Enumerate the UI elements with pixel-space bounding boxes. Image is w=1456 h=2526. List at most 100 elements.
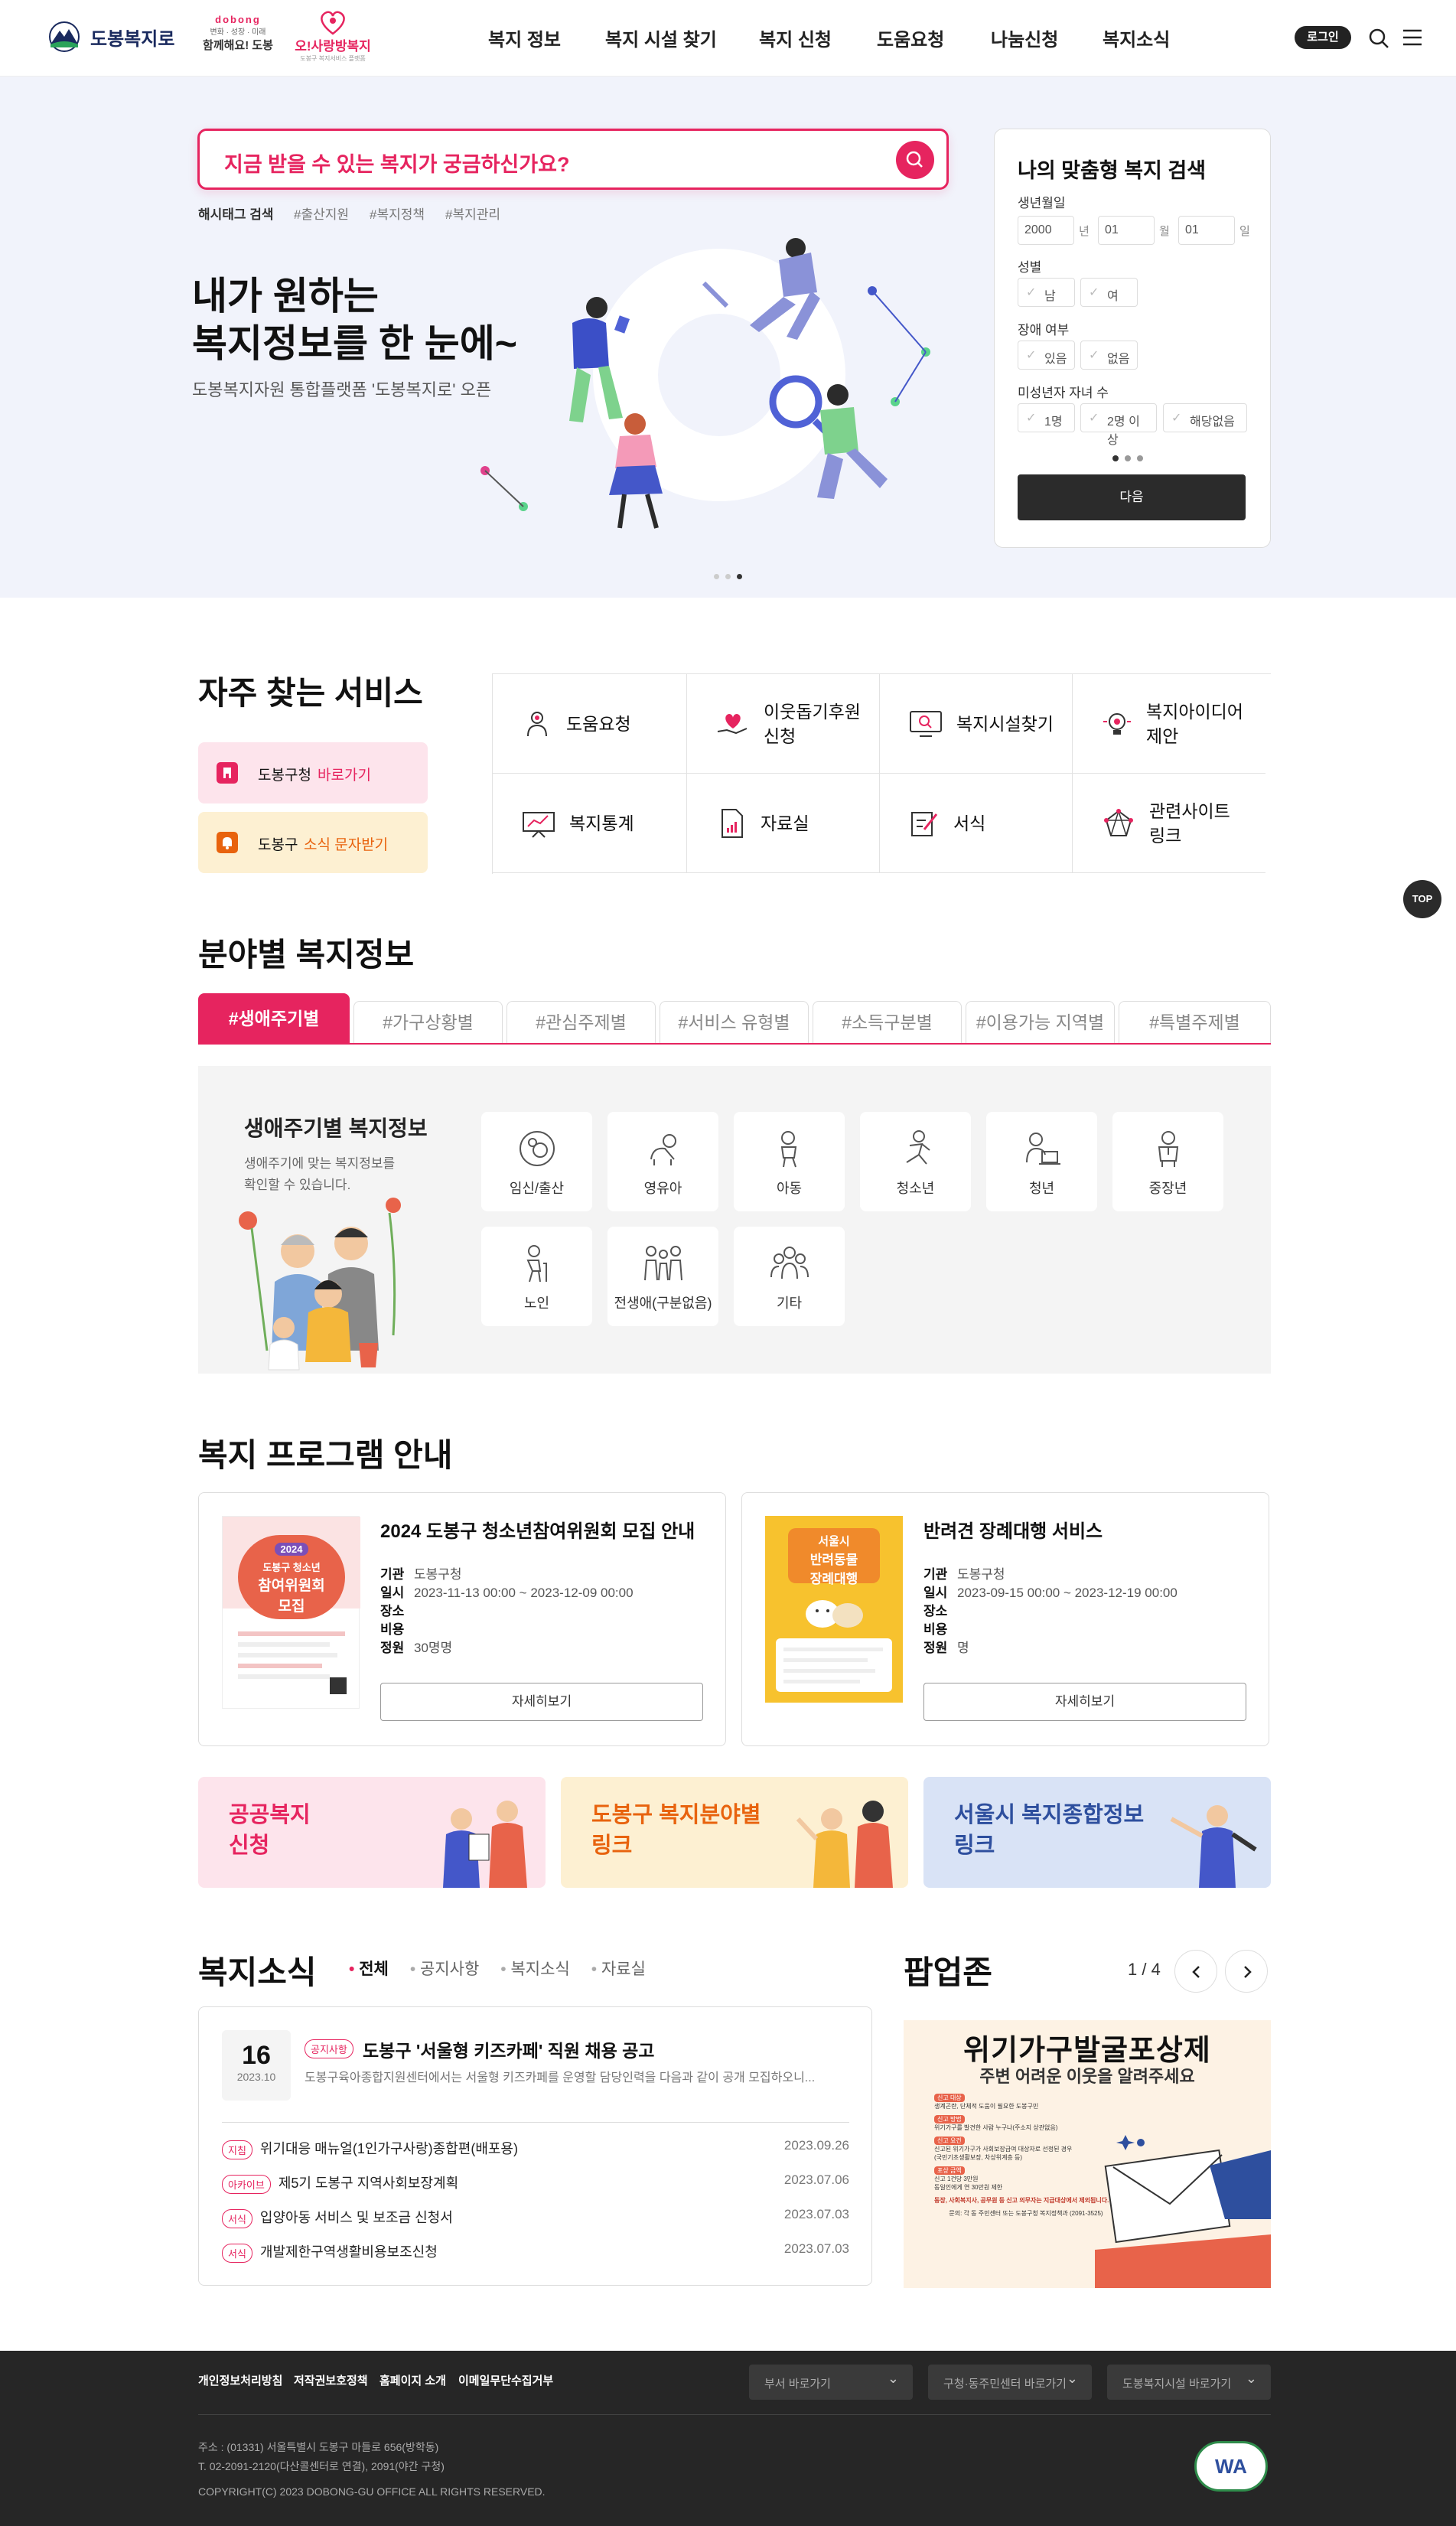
footer-email-link[interactable]: 이메일무단수집거부 <box>458 2372 553 2388</box>
slide-dot-3[interactable] <box>737 574 742 579</box>
news-row[interactable]: 아카이브 제5기 도봉구 지역사회보장계획 2023.07.06 <box>222 2172 849 2195</box>
service-facility-search[interactable]: 복지시설찾기 <box>880 674 1073 774</box>
custom-welfare-search-card: 나의 맞춤형 복지 검색 생년월일 2000 년 01 월 01 일 성별 남 … <box>994 129 1271 548</box>
lifecycle-etc[interactable]: 기타 <box>734 1227 845 1326</box>
birth-day-input[interactable]: 01 <box>1178 216 1235 245</box>
dobong-slogan-logo[interactable]: dobong 변화 · 성장 · 미래 함께해요! 도봉 <box>200 14 275 63</box>
gender-label: 성별 <box>1018 260 1042 275</box>
children-one-checkbox[interactable]: 1명 <box>1018 403 1075 432</box>
child-icon <box>780 1131 796 1168</box>
gender-female-checkbox[interactable]: 여 <box>1080 278 1138 307</box>
poster-section-label: 신고 대상 <box>934 2094 965 2102</box>
lifecycle-child[interactable]: 아동 <box>734 1112 845 1211</box>
sms-news-shortcut[interactable]: 도봉구 소식 문자받기 <box>198 812 428 873</box>
lifecycle-middle-age[interactable]: 중장년 <box>1112 1112 1223 1211</box>
lifecycle-all-ages[interactable]: 전생애(구분없음) <box>607 1227 718 1326</box>
dobong-field-link-banner[interactable]: 도봉구 복지분야별 링크 <box>561 1777 908 1888</box>
dept-shortcut-select[interactable]: 부서 바로가기 <box>749 2365 913 2400</box>
nav-sharing-apply[interactable]: 나눔신청 <box>991 24 1058 51</box>
nav-welfare-apply[interactable]: 복지 신청 <box>759 24 832 51</box>
featured-day: 16 <box>242 2041 271 2070</box>
dobong-office-shortcut[interactable]: 도봉구청 바로가기 <box>198 742 428 803</box>
popup-prev-button[interactable] <box>1174 1950 1217 1993</box>
org-label: 기관 <box>380 1567 405 1582</box>
news-row[interactable]: 지침 위기대응 매뉴얼(1인가구사랑)종합편(배포용) 2023.09.26 <box>222 2138 849 2161</box>
service-archive[interactable]: 자료실 <box>687 774 880 873</box>
service-help-request[interactable]: 도움요청 <box>493 674 687 774</box>
disability-no-checkbox[interactable]: 없음 <box>1080 341 1138 370</box>
public-welfare-apply-banner[interactable]: 공공복지 신청 <box>198 1777 546 1888</box>
search-icon[interactable] <box>1368 28 1389 49</box>
footer-about-link[interactable]: 홈페이지 소개 <box>379 2372 446 2388</box>
lifecycle-pregnancy[interactable]: 임신/출산 <box>481 1112 592 1211</box>
poster-line: 위기가구를 발견한 사람 누구나(주소지 상관없음) <box>934 2124 1058 2131</box>
office-shortcut-select[interactable]: 구청·동주민센터 바로가기 <box>928 2365 1092 2400</box>
news-tab-archive[interactable]: • 자료실 <box>591 1957 646 1980</box>
site-logo[interactable]: 도봉복지로 <box>46 21 174 52</box>
lifecycle-infant[interactable]: 영유아 <box>607 1112 718 1211</box>
tab-income[interactable]: #소득구분별 <box>813 1001 962 1043</box>
featured-news-item[interactable]: 16 2023.10 공지사항 도봉구 '서울형 키즈카페' 직원 채용 공고 … <box>222 2030 849 2107</box>
hashtag-welfare-policy[interactable]: #복지정책 <box>370 204 425 223</box>
osarangbang-logo[interactable]: 오!사랑방복지 도봉구 복지서비스 플랫폼 <box>291 9 375 67</box>
news-tab-notice[interactable]: • 공지사항 <box>410 1957 479 1980</box>
popup-next-button[interactable] <box>1225 1950 1268 1993</box>
slide-dot-2[interactable] <box>725 574 731 579</box>
next-button[interactable]: 다음 <box>1018 474 1246 520</box>
service-related-sites[interactable]: 관련사이트 링크 <box>1073 774 1265 873</box>
nav-welfare-news[interactable]: 복지소식 <box>1103 24 1170 51</box>
osarangbang-small: 도봉구 복지서비스 플랫폼 <box>300 55 366 62</box>
program-poster[interactable]: 2024 도봉구 청소년 참여위원회 모집 <box>222 1516 360 1709</box>
place-label: 장소 <box>380 1604 405 1618</box>
hashtag-birth-support[interactable]: #출산지원 <box>294 204 349 223</box>
lifecycle-youth[interactable]: 청년 <box>986 1112 1097 1211</box>
hamburger-menu-icon[interactable] <box>1403 29 1422 46</box>
hashtag-welfare-management[interactable]: #복지관리 <box>445 204 500 223</box>
scroll-top-button[interactable]: TOP <box>1403 880 1441 918</box>
news-row[interactable]: 서식 입양아동 서비스 및 보조금 신청서 2023.07.03 <box>222 2207 849 2230</box>
tab-special[interactable]: #특별주제별 <box>1119 1001 1271 1043</box>
hero-search-input[interactable]: 지금 받을 수 있는 복지가 궁금하신가요? <box>224 148 569 178</box>
news-tab-welfare-news[interactable]: • 복지소식 <box>500 1957 569 1980</box>
facility-shortcut-select[interactable]: 도봉복지시설 바로가기 <box>1107 2365 1271 2400</box>
slide-dot-1[interactable] <box>714 574 719 579</box>
birth-year-input[interactable]: 2000 <box>1018 216 1074 245</box>
service-forms[interactable]: 서식 <box>880 774 1073 873</box>
program-poster[interactable]: 서울시 반려동물 장례대행 <box>765 1516 903 1703</box>
nav-help-request[interactable]: 도움요청 <box>877 24 944 51</box>
news-row[interactable]: 서식 개발제한구역생활비용보조신청 2023.07.03 <box>222 2241 849 2264</box>
nav-welfare-info[interactable]: 복지 정보 <box>488 24 561 51</box>
hero-search-button[interactable] <box>896 141 934 179</box>
news-tab-all[interactable]: • 전체 <box>349 1957 389 1980</box>
disability-yes-checkbox[interactable]: 있음 <box>1018 341 1075 370</box>
banner-text: 공공복지 신청 <box>229 1803 311 1858</box>
featured-date-box: 16 2023.10 <box>222 2030 291 2101</box>
service-donation[interactable]: 이웃돕기후원 신청 <box>687 674 880 774</box>
seoul-welfare-link-banner[interactable]: 서울시 복지종합정보 링크 <box>923 1777 1271 1888</box>
service-idea-proposal[interactable]: 복지아이디어 제안 <box>1073 674 1265 774</box>
birth-month-input[interactable]: 01 <box>1098 216 1155 245</box>
program-detail-button[interactable]: 자세히보기 <box>923 1683 1246 1721</box>
lifecycle-teen[interactable]: 청소년 <box>860 1112 971 1211</box>
gender-male-checkbox[interactable]: 남 <box>1018 278 1075 307</box>
popup-banner[interactable]: 위기가구발굴포상제 주변 어려운 이웃을 알려주세요 신고 대상 생계곤란, 단… <box>904 2020 1271 2288</box>
footer-privacy-link[interactable]: 개인정보처리방침 <box>198 2372 282 2388</box>
children-two-plus-checkbox[interactable]: 2명 이상 <box>1080 403 1157 447</box>
banner-text: 서울시 복지종합정보 링크 <box>954 1803 1145 1858</box>
org-label: 기관 <box>923 1567 948 1582</box>
tab-interest[interactable]: #관심주제별 <box>507 1001 656 1043</box>
service-statistics[interactable]: 복지통계 <box>493 774 687 873</box>
tab-lifecycle[interactable]: #생애주기별 <box>198 993 350 1045</box>
lifecycle-senior[interactable]: 노인 <box>481 1227 592 1326</box>
children-none-checkbox[interactable]: 해당없음 <box>1163 403 1247 432</box>
hero-search-box[interactable]: 지금 받을 수 있는 복지가 궁금하신가요? <box>197 129 949 190</box>
nav-facility-search[interactable]: 복지 시설 찾기 <box>605 24 717 51</box>
login-button[interactable]: 로그인 <box>1295 26 1351 49</box>
tab-household[interactable]: #가구상황별 <box>353 1001 503 1043</box>
tab-service-type[interactable]: #서비스 유형별 <box>660 1001 809 1043</box>
poster-line: 동일인에게 연 30만원 제한 <box>934 2184 1003 2191</box>
footer-copyright-link[interactable]: 저작권보호정책 <box>294 2372 368 2388</box>
tab-region[interactable]: #이용가능 지역별 <box>966 1001 1115 1043</box>
children-label: 미성년자 자녀 수 <box>1018 386 1109 400</box>
program-detail-button[interactable]: 자세히보기 <box>380 1683 703 1721</box>
